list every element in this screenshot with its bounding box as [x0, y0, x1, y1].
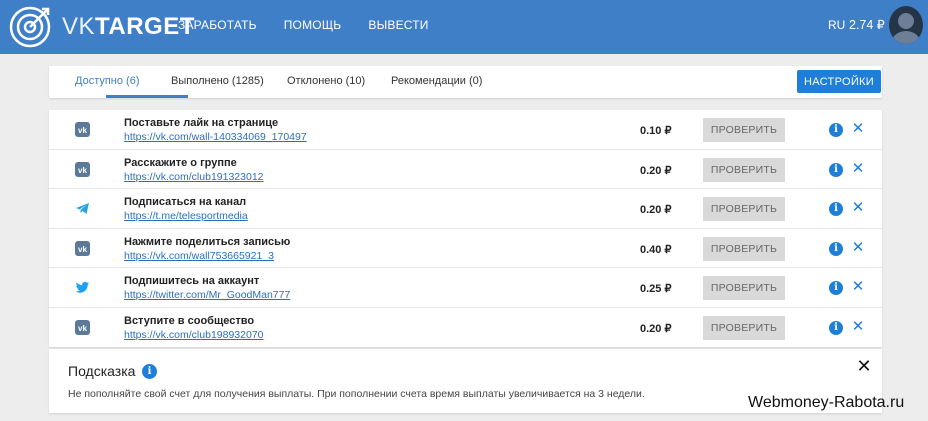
check-button[interactable]: ПРОВЕРИТЬ — [703, 315, 785, 340]
close-icon[interactable]: ✕ — [850, 239, 866, 256]
task-link[interactable]: https://vk.com/club198932070 — [124, 329, 264, 341]
task-title: Вступите в сообщество — [124, 314, 255, 327]
active-tab-indicator — [106, 95, 188, 98]
task-row: vk Расскажите о группе https://vk.com/cl… — [49, 150, 882, 189]
task-link[interactable]: https://vk.com/wall-140334069_170497 — [124, 131, 307, 143]
info-icon[interactable]: i — [829, 202, 843, 216]
settings-button[interactable]: НАСТРОЙКИ — [797, 70, 881, 93]
task-price: 0.20 ₽ — [640, 204, 672, 216]
watermark: Webmoney-Rabota.ru — [748, 394, 905, 411]
tab-recommendations[interactable]: Рекомендации (0) — [391, 75, 482, 87]
check-button[interactable]: ПРОВЕРИТЬ — [703, 197, 785, 221]
vk-icon: vk — [75, 161, 90, 177]
info-icon[interactable]: i — [829, 123, 843, 137]
balance: 2.74 ₽ — [849, 18, 885, 32]
main-nav: ЗАРАБОТАТЬ ПОМОЩЬ ВЫВЕСТИ — [178, 18, 456, 32]
svg-text:vk: vk — [78, 166, 87, 175]
task-price: 0.25 ₽ — [640, 283, 672, 295]
logo-text[interactable]: VKTARGET — [62, 13, 195, 41]
nav-earn-link[interactable]: ЗАРАБОТАТЬ — [178, 18, 257, 32]
twitter-icon — [75, 281, 89, 293]
info-icon[interactable]: i — [829, 320, 843, 335]
check-button[interactable]: ПРОВЕРИТЬ — [703, 157, 785, 182]
close-icon[interactable]: ✕ — [850, 318, 866, 335]
task-price: 0.20 ₽ — [640, 322, 672, 335]
info-icon[interactable]: i — [829, 241, 843, 256]
info-icon[interactable]: i — [829, 281, 843, 295]
user-avatar-icon — [892, 13, 920, 44]
avatar[interactable] — [889, 6, 923, 44]
task-link[interactable]: https://twitter.com/Mr_GoodMan777 — [124, 289, 290, 301]
task-title: Нажмите поделиться записью — [124, 235, 291, 248]
vk-icon: vk — [75, 319, 90, 335]
hint-text: Не пополняйте свой счет для получения вы… — [68, 388, 645, 400]
hint-title: Подсказка — [68, 363, 136, 379]
top-header: VKTARGET ЗАРАБОТАТЬ ПОМОЩЬ ВЫВЕСТИ RU 2.… — [0, 0, 928, 54]
task-row: vk Нажмите поделиться записью https://vk… — [49, 229, 882, 268]
info-icon[interactable]: i — [142, 364, 157, 379]
nav-help-link[interactable]: ПОМОЩЬ — [284, 18, 342, 32]
tab-available[interactable]: Доступно (6) — [75, 75, 140, 87]
task-price: 0.20 ₽ — [640, 164, 672, 177]
task-title: Подпишитесь на аккаунт — [124, 275, 260, 287]
svg-text:vk: vk — [78, 324, 87, 333]
close-icon[interactable]: ✕ — [855, 357, 873, 375]
check-button[interactable]: ПРОВЕРИТЬ — [703, 118, 785, 142]
nav-withdraw-link[interactable]: ВЫВЕСТИ — [368, 18, 428, 32]
task-link[interactable]: https://vk.com/wall753665921_3 — [124, 250, 274, 262]
task-row: Подпишитесь на аккаунт https://twitter.c… — [49, 268, 882, 308]
close-icon[interactable]: ✕ — [850, 160, 866, 177]
language-switch[interactable]: RU — [828, 18, 845, 32]
task-row: vk Вступите в сообщество https://vk.com/… — [49, 308, 882, 348]
svg-text:vk: vk — [78, 126, 87, 135]
task-row: Подписаться на канал https://t.me/telesp… — [49, 189, 882, 229]
task-title: Расскажите о группе — [124, 156, 237, 169]
task-price: 0.40 ₽ — [640, 243, 672, 256]
task-list: vk Поставьте лайк на странице https://vk… — [49, 110, 882, 347]
tab-completed[interactable]: Выполнено (1285) — [171, 75, 264, 87]
check-button[interactable]: ПРОВЕРИТЬ — [703, 276, 785, 300]
close-icon[interactable]: ✕ — [850, 121, 866, 137]
info-icon[interactable]: i — [829, 162, 843, 177]
tab-rejected[interactable]: Отклонено (10) — [287, 75, 365, 87]
task-title: Поставьте лайк на странице — [124, 117, 279, 129]
tabs-bar: Доступно (6) Выполнено (1285) Отклонено … — [49, 66, 882, 98]
task-link[interactable]: https://vk.com/club191323012 — [124, 171, 264, 183]
task-row: vk Поставьте лайк на странице https://vk… — [49, 110, 882, 150]
vk-icon: vk — [75, 122, 90, 137]
check-button[interactable]: ПРОВЕРИТЬ — [703, 236, 785, 261]
svg-text:vk: vk — [78, 245, 87, 254]
close-icon[interactable]: ✕ — [850, 200, 866, 216]
telegram-icon — [76, 203, 89, 214]
task-link[interactable]: https://t.me/telesportmedia — [124, 210, 248, 222]
target-logo-icon[interactable] — [8, 5, 52, 49]
task-price: 0.10 ₽ — [640, 125, 672, 137]
task-title: Подписаться на канал — [124, 196, 247, 208]
vk-icon: vk — [75, 240, 90, 256]
logo-text-part1: VK — [62, 13, 96, 40]
close-icon[interactable]: ✕ — [850, 279, 866, 295]
